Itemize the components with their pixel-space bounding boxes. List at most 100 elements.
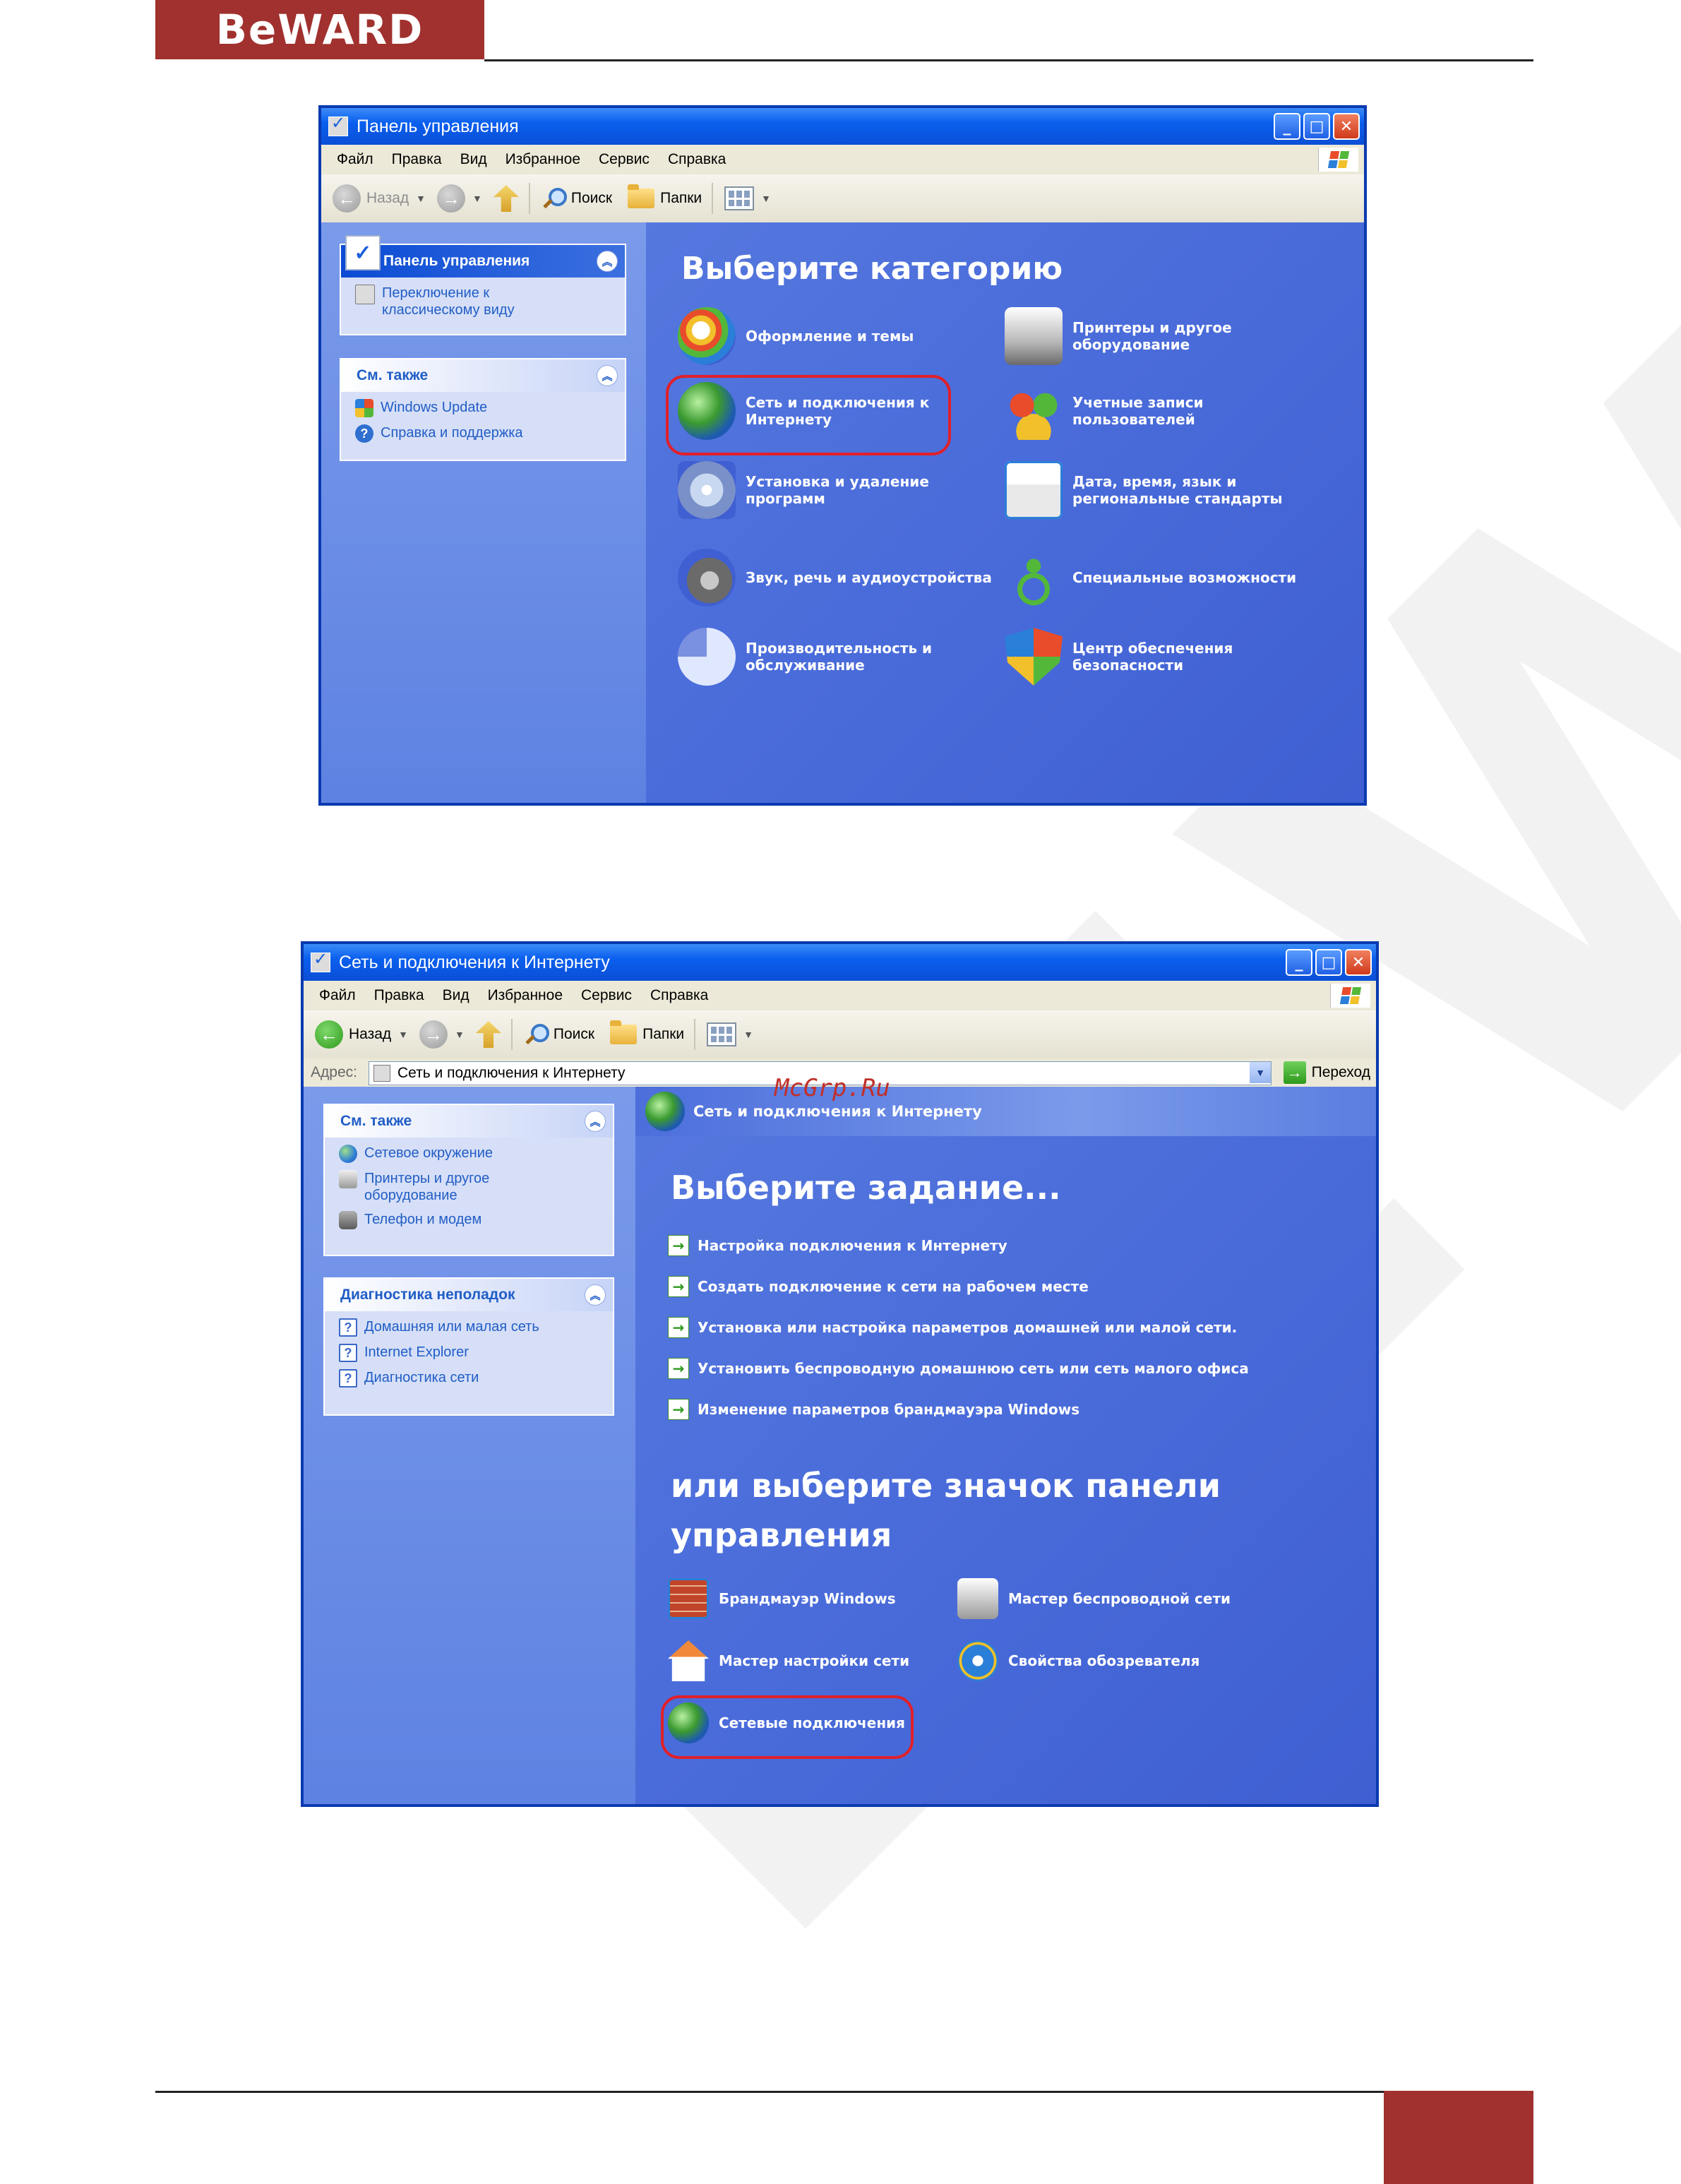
control-panel-check-icon: ✓ (345, 235, 381, 270)
help-support-link[interactable]: ? Справка и поддержка (355, 424, 618, 443)
back-button[interactable]: ← Назад ▼ (333, 184, 426, 213)
views-icon (707, 1022, 737, 1046)
collapse-icon[interactable]: ︽ (585, 1111, 606, 1132)
performance-icon (678, 628, 736, 686)
menu-file[interactable]: Файл (337, 151, 373, 168)
category-date-time[interactable]: Дата, время, язык и региональные стандар… (1005, 461, 1298, 519)
install-icon (678, 461, 736, 519)
forward-button[interactable]: → ▼ (437, 184, 482, 213)
task-heading: Выберите задание... (671, 1169, 1061, 1207)
task-label: Установка или настройка параметров домаш… (698, 1319, 1238, 1336)
forward-button[interactable]: → ▼ (419, 1020, 465, 1049)
menu-view[interactable]: Вид (460, 151, 487, 168)
close-button[interactable]: ✕ (1333, 113, 1360, 140)
network-connections-item[interactable]: Сетевые подключения (668, 1702, 905, 1743)
collapse-icon[interactable]: ︽ (597, 251, 618, 272)
maximize-button[interactable]: □ (1315, 949, 1342, 976)
category-label: Центр обеспечения безопасности (1072, 640, 1233, 674)
task-firewall-settings[interactable]: → Изменение параметров брандмауэра Windo… (668, 1399, 1079, 1420)
views-button[interactable]: ▼ (724, 186, 771, 210)
home-network-icon (668, 1640, 709, 1681)
search-button[interactable]: Поиск (524, 1022, 594, 1046)
wireless-wizard-item[interactable]: Мастер беспроводной сети (957, 1578, 1231, 1619)
close-button[interactable]: ✕ (1345, 949, 1372, 976)
network-setup-wizard-item[interactable]: Мастер настройки сети (668, 1640, 909, 1681)
chevron-down-icon[interactable]: ▼ (1250, 1062, 1271, 1083)
up-button[interactable] (493, 185, 519, 212)
back-label: Назад (366, 190, 409, 206)
views-button[interactable]: ▼ (707, 1022, 753, 1046)
printer-icon (339, 1170, 357, 1188)
menu-favorites[interactable]: Избранное (506, 151, 580, 168)
folders-button[interactable]: Папки (610, 1020, 684, 1044)
home-network-help-link[interactable]: ? Домашняя или малая сеть (339, 1318, 606, 1337)
task-workplace-connection[interactable]: → Создать подключение к сети на рабочем … (668, 1276, 1089, 1297)
menu-help[interactable]: Справка (668, 151, 726, 168)
menu-favorites[interactable]: Избранное (488, 987, 563, 1004)
menu-tools[interactable]: Сервис (581, 987, 632, 1004)
task-label: Установить беспроводную домашнюю сеть ил… (698, 1360, 1249, 1377)
panel-header[interactable]: ✓ Панель управления ︽ (341, 235, 625, 278)
internet-options-icon (957, 1640, 998, 1681)
network-places-link[interactable]: Сетевое окружение (339, 1145, 606, 1163)
panel-header[interactable]: См. также ︽ (341, 359, 625, 392)
menu-edit[interactable]: Правка (374, 987, 424, 1004)
views-dropdown-icon[interactable]: ▼ (761, 193, 771, 204)
network-diagnostics-help-link[interactable]: ? Диагностика сети (339, 1369, 606, 1388)
task-home-network-setup[interactable]: → Установка или настройка параметров дом… (668, 1317, 1237, 1338)
panel-header[interactable]: См. также ︽ (325, 1105, 613, 1138)
internet-explorer-help-link[interactable]: ? Internet Explorer (339, 1344, 606, 1362)
forward-dropdown-icon[interactable]: ▼ (472, 193, 482, 204)
category-appearance[interactable]: Оформление и темы (678, 307, 914, 365)
task-label: Изменение параметров брандмауэра Windows (698, 1401, 1080, 1418)
task-internet-setup[interactable]: → Настройка подключения к Интернету (668, 1235, 1007, 1256)
windows-update-link[interactable]: Windows Update (355, 399, 618, 417)
address-value: Сеть и подключения к Интернету (397, 1065, 626, 1081)
task-label: Настройка подключения к Интернету (698, 1237, 1007, 1254)
header-rule (484, 59, 1533, 61)
category-security-center[interactable]: Центр обеспечения безопасности (1005, 628, 1249, 686)
internet-options-item[interactable]: Свойства обозревателя (957, 1640, 1200, 1681)
users-icon (1005, 382, 1063, 440)
collapse-icon[interactable]: ︽ (585, 1284, 606, 1306)
category-network[interactable]: Сеть и подключения к Интернету (678, 382, 936, 440)
help-icon: ? (339, 1369, 357, 1388)
task-wireless-setup[interactable]: → Установить беспроводную домашнюю сеть … (668, 1358, 1249, 1379)
title-bar[interactable]: Панель управления _ □ ✕ (321, 108, 1364, 145)
category-performance[interactable]: Производительность и обслуживание (678, 628, 936, 686)
up-button[interactable] (475, 1021, 501, 1048)
menu-tools[interactable]: Сервис (599, 151, 650, 168)
maximize-button[interactable]: □ (1303, 113, 1330, 140)
firewall-item[interactable]: Брандмауэр Windows (668, 1578, 896, 1619)
back-dropdown-icon[interactable]: ▼ (416, 193, 426, 204)
forward-dropdown-icon[interactable]: ▼ (455, 1029, 465, 1040)
minimize-button[interactable]: _ (1274, 113, 1300, 140)
folders-button[interactable]: Папки (628, 184, 702, 208)
category-accessibility[interactable]: Специальные возможности (1005, 549, 1296, 607)
printers-link[interactable]: Принтеры и другое оборудование (339, 1170, 606, 1204)
menu-help[interactable]: Справка (650, 987, 708, 1004)
views-dropdown-icon[interactable]: ▼ (743, 1029, 753, 1040)
go-button[interactable]: → Переход (1283, 1061, 1370, 1084)
see-also-box: См. также ︽ Windows Update ? Справка и п… (340, 358, 626, 461)
minimize-button[interactable]: _ (1286, 949, 1312, 976)
windows-flag-icon (1318, 148, 1358, 172)
content-area: ✓ Панель управления ︽ Переключение к кла… (321, 222, 1364, 803)
phone-modem-link[interactable]: Телефон и модем (339, 1211, 606, 1229)
back-button[interactable]: ← Назад ▼ (315, 1020, 408, 1049)
menu-edit[interactable]: Правка (392, 151, 442, 168)
category-sound[interactable]: Звук, речь и аудиоустройства (678, 549, 992, 607)
collapse-icon[interactable]: ︽ (597, 365, 618, 386)
category-user-accounts[interactable]: Учетные записи пользователей (1005, 382, 1228, 440)
search-button[interactable]: Поиск (542, 186, 612, 210)
category-printers[interactable]: Принтеры и другое оборудование (1005, 307, 1249, 365)
switch-classic-view-link[interactable]: Переключение к классическому виду (355, 285, 618, 318)
menu-view[interactable]: Вид (443, 987, 469, 1004)
category-add-remove-programs[interactable]: Установка и удаление программ (678, 461, 936, 519)
category-label: Звук, речь и аудиоустройства (746, 569, 992, 586)
panel-header[interactable]: Диагностика неполадок ︽ (325, 1279, 613, 1311)
back-dropdown-icon[interactable]: ▼ (398, 1029, 408, 1040)
menu-file[interactable]: Файл (319, 987, 356, 1004)
title-bar[interactable]: Сеть и подключения к Интернету _ □ ✕ (304, 944, 1376, 981)
panel-title: Диагностика неполадок (340, 1287, 515, 1303)
